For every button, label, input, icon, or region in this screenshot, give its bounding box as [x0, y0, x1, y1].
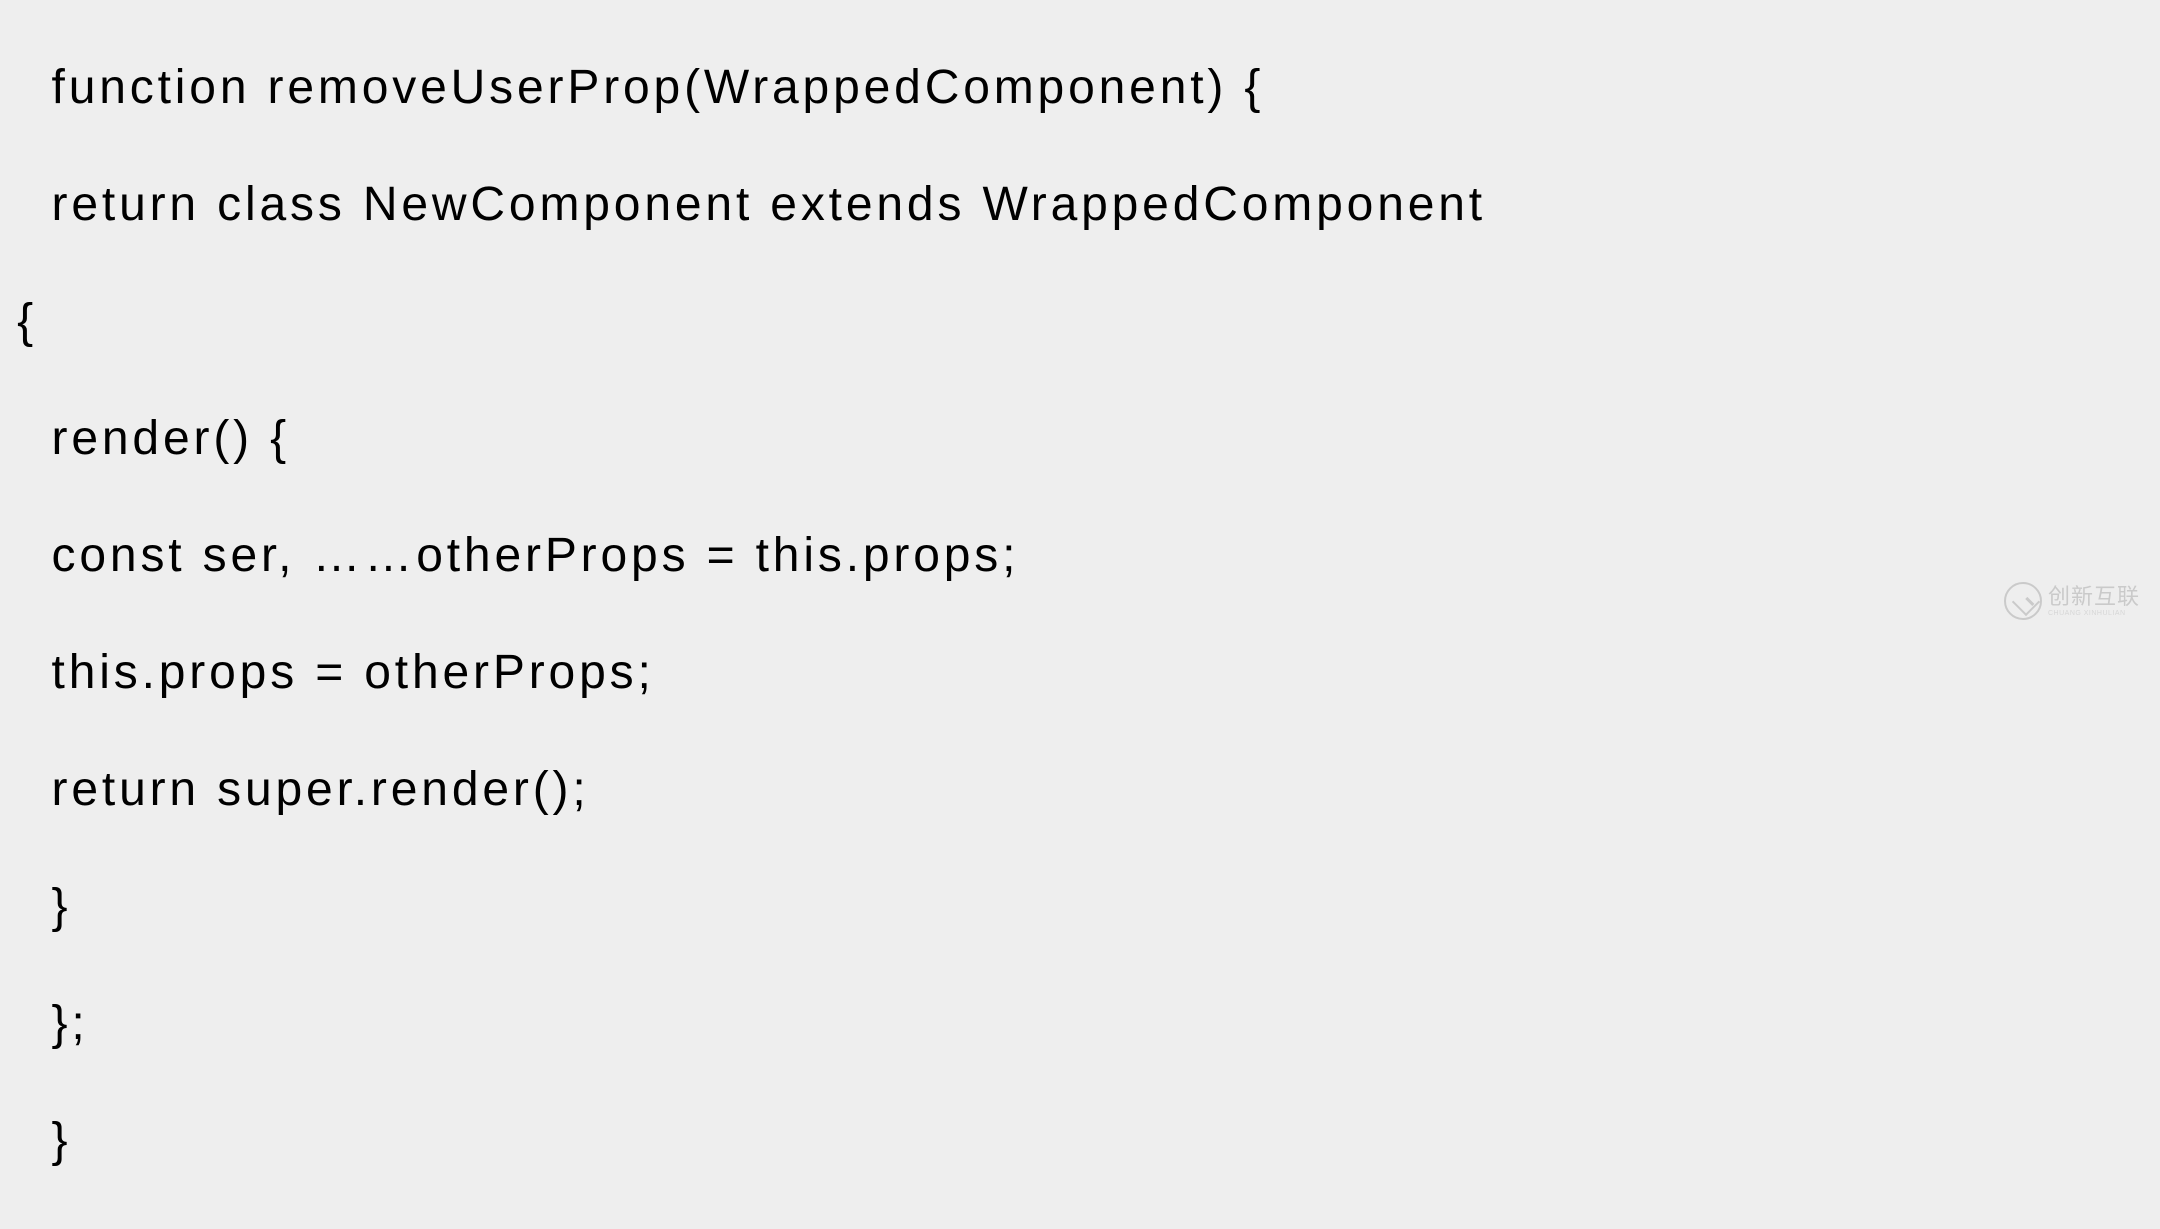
- code-line: };: [0, 995, 2160, 1054]
- watermark-text: 创新互联 CHUANG XINHULIAN: [2048, 586, 2140, 617]
- watermark-sub-text: CHUANG XINHULIAN: [2048, 610, 2140, 617]
- code-line: {: [0, 293, 2160, 352]
- code-block: function removeUserProp(WrappedComponent…: [0, 0, 2160, 1229]
- watermark: 创新互联 CHUANG XINHULIAN: [2004, 582, 2140, 620]
- code-line: render() {: [0, 410, 2160, 469]
- code-line: }: [0, 1112, 2160, 1171]
- code-line: this.props = otherProps;: [0, 644, 2160, 703]
- code-line: }: [0, 878, 2160, 937]
- code-line: return super.render();: [0, 761, 2160, 820]
- code-line: const ser, ……otherProps = this.props;: [0, 527, 2160, 586]
- code-line: return class NewComponent extends Wrappe…: [0, 176, 2160, 235]
- code-line: function removeUserProp(WrappedComponent…: [0, 59, 2160, 118]
- watermark-logo-icon: [2004, 582, 2042, 620]
- watermark-main-text: 创新互联: [2048, 586, 2140, 608]
